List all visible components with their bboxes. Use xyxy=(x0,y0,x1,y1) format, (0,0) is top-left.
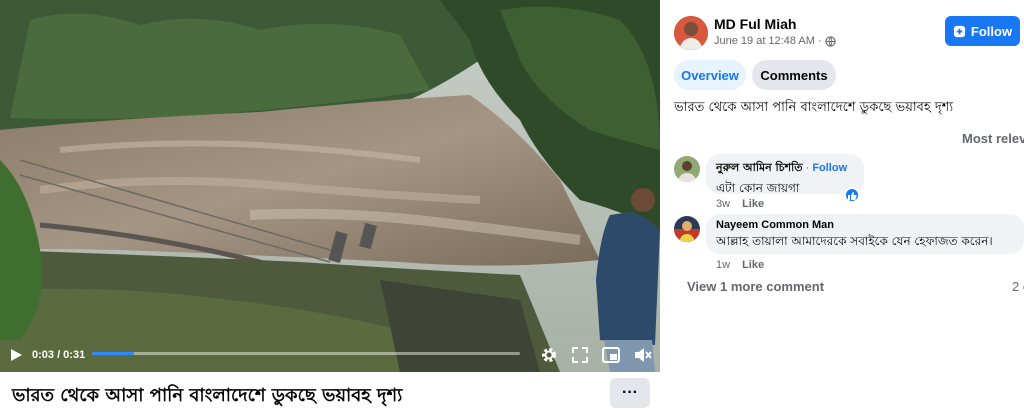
progress-fill xyxy=(92,352,134,355)
post-date[interactable]: June 19 at 12:48 AM xyxy=(714,35,815,47)
view-count: 2 o xyxy=(1012,279,1024,294)
comment-text: এটা কোন জায়গা xyxy=(716,181,800,195)
like-reaction-badge[interactable] xyxy=(844,187,860,203)
progress-bar[interactable] xyxy=(92,352,520,355)
comment-bubble: নুরুল আমিন চিশতি · Follow এটা কোন জায়গা xyxy=(706,154,864,195)
comment-bubble: Nayeem Common Man আল্লাহ তায়ালা আমাদেরক… xyxy=(706,214,1024,254)
author-avatar[interactable] xyxy=(674,16,708,50)
tab-overview[interactable]: Overview xyxy=(674,60,746,90)
comment-author[interactable]: Nayeem Common Man xyxy=(716,219,1014,231)
comment-time[interactable]: 1w xyxy=(716,259,730,271)
follow-label: Follow xyxy=(970,23,1013,39)
video-time: 0:03 / 0:31 xyxy=(32,349,86,361)
commenter-avatar-image xyxy=(674,156,700,182)
more-options-button[interactable]: ··· xyxy=(610,378,650,408)
comment-follow-link[interactable]: Follow xyxy=(812,162,847,174)
video-frame xyxy=(0,0,660,372)
comment-sort-dropdown[interactable]: Most releva xyxy=(962,131,1024,146)
view-more-comments-link[interactable]: View 1 more comment xyxy=(687,279,824,294)
play-icon[interactable] xyxy=(10,349,22,361)
comment-text: আল্লাহ তায়ালা আমাদেরকে সবাইকে যেন হেফাজ… xyxy=(716,234,993,248)
follow-button[interactable]: Follow xyxy=(945,16,1020,46)
comment-author-line: নুরুল আমিন চিশতি · Follow xyxy=(716,159,854,178)
post-text: ভারত থেকে আসা পানি বাংলাদেশে ডুকছে ভয়াব… xyxy=(674,100,954,115)
comment-meta: 3w Like xyxy=(716,198,764,210)
comment-like-link[interactable]: Like xyxy=(742,259,764,271)
comment-like-link[interactable]: Like xyxy=(742,198,764,210)
mute-icon[interactable] xyxy=(634,347,652,363)
commenter-avatar[interactable] xyxy=(674,156,700,182)
globe-icon xyxy=(824,35,836,47)
commenter-avatar[interactable] xyxy=(674,216,700,242)
follow-icon xyxy=(953,25,965,37)
caption-row: ভারত থেকে আসা পানি বাংলাদেশে ডুকছে ভয়াব… xyxy=(0,372,660,410)
video-controls: 0:03 / 0:31 xyxy=(0,338,660,372)
tab-comments[interactable]: Comments xyxy=(752,60,836,90)
video-caption: ভারত থেকে আসা পানি বাংলাদেশে ডুকছে ভয়াব… xyxy=(12,385,403,406)
settings-gear-icon[interactable] xyxy=(540,346,558,364)
thumbs-up-icon xyxy=(848,192,857,200)
comment-dot: · xyxy=(805,162,810,174)
post-panel: MD Ful Miah June 19 at 12:48 AM · Follow… xyxy=(660,0,1024,410)
fullscreen-icon[interactable] xyxy=(572,347,588,363)
picture-in-picture-icon[interactable] xyxy=(602,347,620,363)
author-name[interactable]: MD Ful Miah xyxy=(714,16,796,32)
video-player[interactable]: 0:03 / 0:31 xyxy=(0,0,660,372)
commenter-avatar-image xyxy=(674,216,700,242)
comment-time[interactable]: 3w xyxy=(716,198,730,210)
author-avatar-image xyxy=(674,16,708,50)
comment-meta: 1w Like xyxy=(716,259,764,271)
post-meta: June 19 at 12:48 AM · xyxy=(714,35,836,47)
comment-author[interactable]: নুরুল আমিন চিশতি xyxy=(716,161,803,174)
meta-separator: · xyxy=(817,35,822,47)
